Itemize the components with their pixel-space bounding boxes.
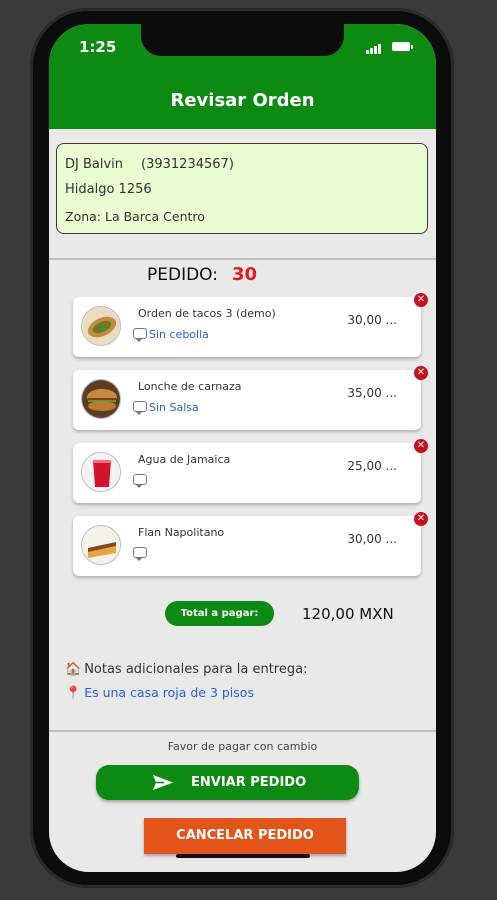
item-price: 30,00 ... bbox=[347, 532, 397, 546]
signal-icon bbox=[366, 42, 384, 54]
item-note[interactable] bbox=[133, 474, 149, 488]
cancel-order-button[interactable]: CANCELAR PEDIDO bbox=[144, 818, 346, 854]
order-item[interactable]: Flan Napolitano 30,00 ... ✕ bbox=[73, 512, 428, 576]
order-header: PEDIDO: 30 bbox=[147, 264, 257, 285]
item-price: 25,00 ... bbox=[347, 459, 397, 473]
drink-image bbox=[81, 452, 121, 492]
customer-card: DJ Balvin (3931234567) Hidalgo 1256 Zona:… bbox=[56, 143, 428, 234]
notes-label: 🏠 Notas adicionales para la entrega: bbox=[65, 662, 308, 677]
order-item[interactable]: Orden de tacos 3 (demo) Sin cebolla 30,0… bbox=[73, 293, 428, 357]
flan-image bbox=[81, 525, 121, 565]
pin-icon: 📍 bbox=[65, 686, 82, 701]
comment-icon bbox=[133, 328, 147, 342]
item-name: Flan Napolitano bbox=[138, 526, 225, 539]
comment-icon bbox=[133, 547, 147, 561]
item-price: 35,00 ... bbox=[347, 386, 397, 400]
send-order-button[interactable]: ENVIAR PEDIDO bbox=[96, 765, 359, 800]
remove-item-icon[interactable]: ✕ bbox=[414, 366, 428, 380]
page-title: Revisar Orden bbox=[170, 90, 315, 111]
comment-icon bbox=[133, 474, 147, 488]
house-icon: 🏠 bbox=[65, 662, 82, 677]
remove-item-icon[interactable]: ✕ bbox=[414, 293, 428, 307]
payment-note: Favor de pagar con cambio bbox=[167, 740, 318, 753]
notes-text[interactable]: 📍 Es una casa roja de 3 pisos bbox=[65, 685, 254, 701]
order-item[interactable]: Lonche de carnaza Sin Salsa 35,00 ... ✕ bbox=[73, 366, 428, 430]
customer-address: Hidalgo 1256 bbox=[65, 182, 152, 197]
order-number: 30 bbox=[232, 264, 258, 285]
home-indicator bbox=[176, 854, 310, 858]
item-price: 30,00 ... bbox=[347, 313, 397, 327]
battery-icon bbox=[392, 42, 413, 51]
order-label: PEDIDO: bbox=[147, 265, 218, 285]
customer-phone: (3931234567) bbox=[141, 157, 234, 172]
item-name: Agua de Jamaica bbox=[138, 453, 231, 466]
sandwich-image bbox=[81, 379, 121, 419]
remove-item-icon[interactable]: ✕ bbox=[414, 512, 428, 526]
total-label-pill: Total a pagar: bbox=[165, 601, 274, 626]
total-value: 120,00 MXN bbox=[302, 605, 394, 623]
comment-icon bbox=[133, 401, 147, 415]
item-name: Lonche de carnaza bbox=[138, 380, 242, 393]
item-name: Orden de tacos 3 (demo) bbox=[138, 307, 276, 320]
customer-name: DJ Balvin bbox=[65, 157, 124, 172]
divider bbox=[49, 258, 436, 260]
notch bbox=[141, 24, 344, 56]
divider bbox=[49, 730, 436, 732]
status-time: 1:25 bbox=[79, 38, 117, 56]
tacos-image bbox=[81, 306, 121, 346]
remove-item-icon[interactable]: ✕ bbox=[414, 439, 428, 453]
item-note[interactable] bbox=[133, 547, 149, 561]
customer-zone: Zona: La Barca Centro bbox=[65, 209, 205, 224]
app-screen: 1:25 Revisar Orden DJ Balvin (3931234567)… bbox=[49, 24, 436, 872]
app-header: 1:25 Revisar Orden bbox=[49, 24, 436, 129]
item-note[interactable]: Sin cebolla bbox=[133, 328, 209, 342]
send-icon bbox=[153, 775, 173, 790]
order-item[interactable]: Agua de Jamaica 25,00 ... ✕ bbox=[73, 439, 428, 503]
item-note[interactable]: Sin Salsa bbox=[133, 401, 199, 415]
